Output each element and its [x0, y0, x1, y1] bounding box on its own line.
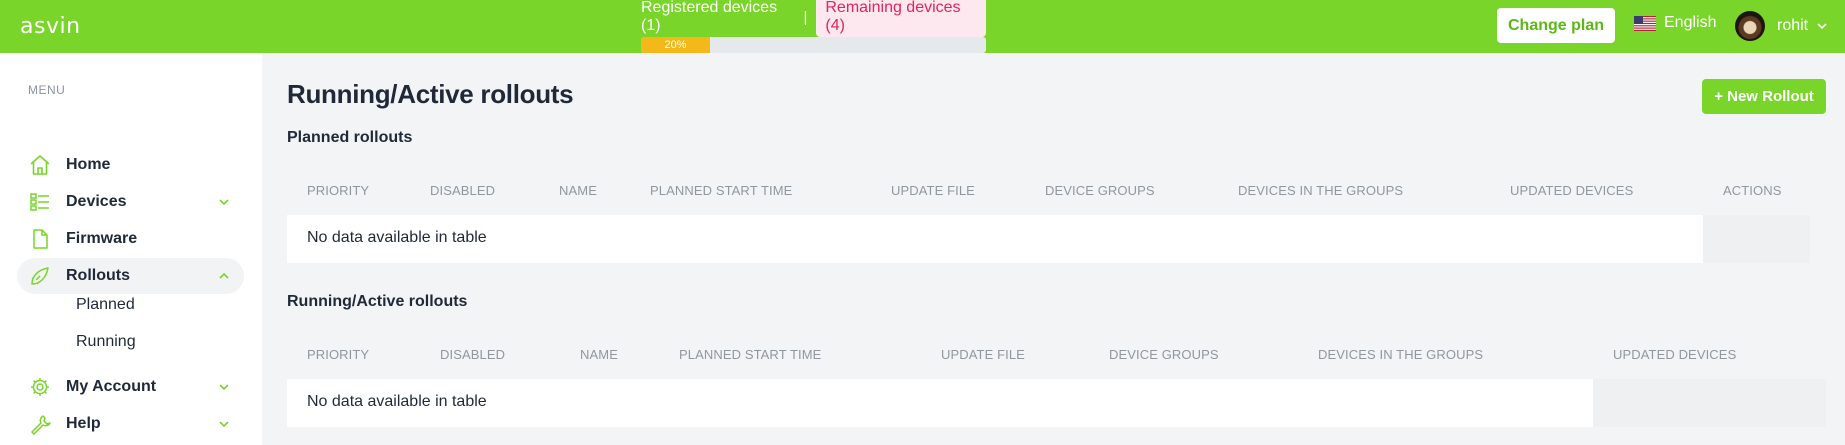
username-label: rohit — [1777, 17, 1809, 34]
column-header-name[interactable]: NAME — [559, 183, 597, 198]
column-header-planned-start-time[interactable]: PLANNED START TIME — [650, 183, 792, 198]
wrench-icon — [31, 415, 51, 435]
updated-devices-column-cell — [1593, 379, 1826, 427]
sidebar-item-label: Help — [66, 415, 101, 432]
empty-table-row: No data available in table — [287, 379, 1593, 427]
column-header-priority[interactable]: PRIORITY — [307, 183, 369, 198]
top-bar: asvin Registered devices (1) | Remaining… — [0, 0, 1845, 53]
sidebar-item-label: My Account — [66, 378, 157, 395]
column-header-disabled[interactable]: DISABLED — [440, 347, 505, 362]
sidebar-item-firmware[interactable]: Firmware — [17, 221, 244, 257]
chevron-down-icon — [1817, 23, 1827, 30]
device-usage-progress: 20% — [641, 37, 986, 53]
column-header-update-file[interactable]: UPDATE FILE — [891, 183, 975, 198]
new-rollout-button[interactable]: + New Rollout — [1702, 79, 1826, 114]
column-header-actions: ACTIONS — [1723, 183, 1782, 198]
running-rollouts-title: Running/Active rollouts — [287, 293, 468, 310]
empty-table-message: No data available in table — [307, 393, 487, 410]
sidebar-item-home[interactable]: Home — [17, 147, 244, 183]
language-selector[interactable]: English — [1634, 14, 1716, 32]
chevron-down-icon — [219, 199, 229, 206]
empty-table-message: No data available in table — [307, 229, 487, 246]
progress-fill: 20% — [641, 37, 710, 53]
remaining-devices-badge: Remaining devices (4) — [816, 0, 986, 37]
app-logo[interactable]: asvin — [20, 14, 81, 39]
chevron-down-icon — [219, 384, 229, 391]
chevron-down-icon — [219, 421, 229, 428]
sidebar-item-label: Firmware — [66, 230, 138, 247]
sidebar-item-label: Home — [66, 156, 111, 173]
column-header-devices-in-groups[interactable]: DEVICES IN THE GROUPS — [1238, 183, 1403, 198]
sidebar-subitem-planned[interactable]: Planned — [76, 296, 135, 314]
column-header-name[interactable]: NAME — [580, 347, 618, 362]
sidebar-item-label: Rollouts — [66, 267, 130, 284]
us-flag-icon — [1634, 15, 1656, 31]
stats-separator: | — [803, 8, 808, 26]
language-label: English — [1664, 14, 1717, 31]
sidebar-item-my-account[interactable]: My Account — [17, 369, 244, 405]
column-header-disabled[interactable]: DISABLED — [430, 183, 495, 198]
column-header-devices-in-groups[interactable]: DEVICES IN THE GROUPS — [1318, 347, 1483, 362]
empty-table-row: No data available in table — [287, 215, 1703, 263]
column-header-update-file[interactable]: UPDATE FILE — [941, 347, 1025, 362]
sidebar: MENU Home Devices Firmware Rollouts Plan… — [0, 53, 262, 445]
column-header-priority[interactable]: PRIORITY — [307, 347, 369, 362]
sidebar-item-label: Devices — [66, 193, 127, 210]
devices-icon — [30, 193, 49, 211]
column-header-device-groups[interactable]: DEVICE GROUPS — [1109, 347, 1219, 362]
sidebar-subitem-running[interactable]: Running — [76, 333, 136, 351]
sidebar-item-devices[interactable]: Devices — [17, 184, 244, 220]
user-menu[interactable]: rohit — [1735, 11, 1828, 41]
avatar — [1735, 11, 1765, 41]
planned-rollouts-title: Planned rollouts — [287, 129, 413, 146]
column-header-updated-devices[interactable]: UPDATED DEVICES — [1613, 347, 1736, 362]
home-icon — [30, 155, 50, 175]
menu-label: MENU — [28, 83, 66, 97]
file-icon — [33, 229, 48, 249]
registered-devices-label: Registered devices (1) — [641, 0, 778, 34]
page-title: Running/Active rollouts — [287, 79, 574, 109]
actions-column-cell — [1703, 215, 1810, 263]
gear-icon — [31, 378, 49, 396]
rocket-icon — [31, 267, 49, 285]
chevron-up-icon — [219, 272, 229, 279]
column-header-planned-start-time[interactable]: PLANNED START TIME — [679, 347, 821, 362]
device-usage: Registered devices (1) | Remaining devic… — [641, 0, 986, 53]
column-header-device-groups[interactable]: DEVICE GROUPS — [1045, 183, 1155, 198]
change-plan-button[interactable]: Change plan — [1497, 8, 1615, 43]
sidebar-item-rollouts[interactable]: Rollouts — [17, 258, 244, 294]
sidebar-item-help[interactable]: Help — [17, 406, 244, 442]
column-header-updated-devices[interactable]: UPDATED DEVICES — [1510, 183, 1633, 198]
